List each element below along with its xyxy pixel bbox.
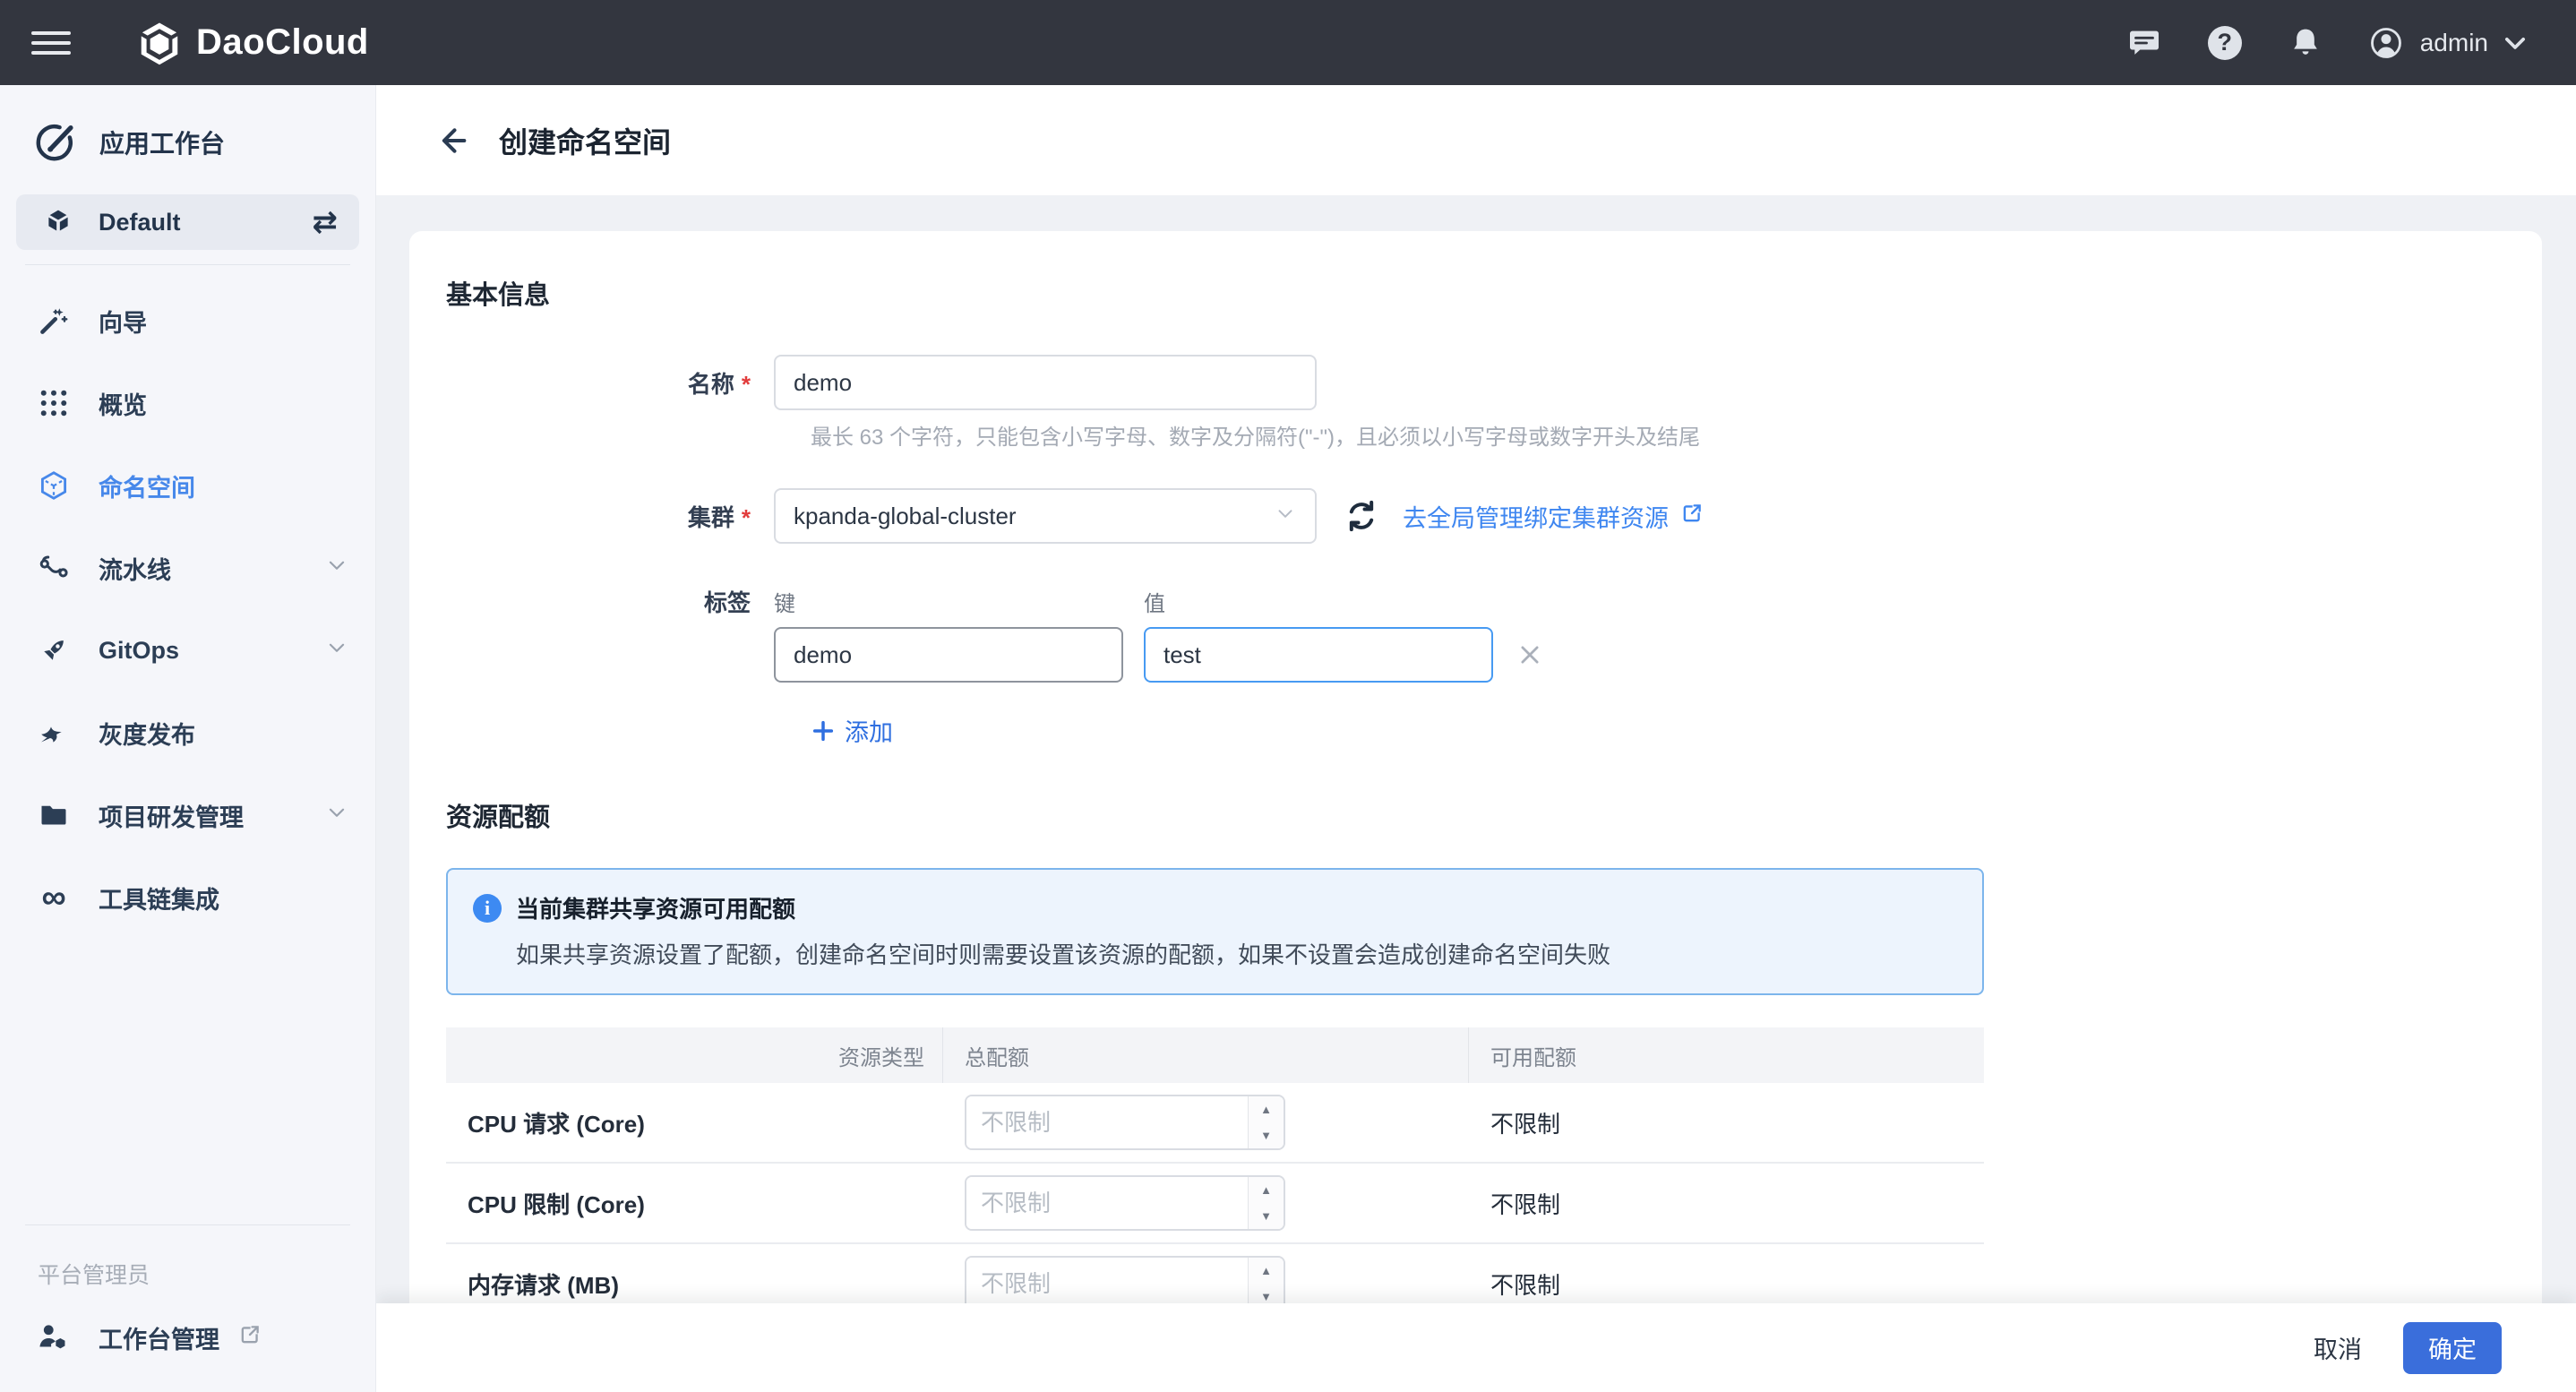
bell-icon[interactable] <box>2288 25 2323 61</box>
value-column-header: 值 <box>1144 592 1165 616</box>
stepper-up-icon[interactable]: ▲ <box>1249 1096 1284 1122</box>
stepper-up-icon[interactable]: ▲ <box>1249 1258 1284 1284</box>
chat-icon[interactable] <box>2126 25 2162 61</box>
number-stepper[interactable]: ▲▼ <box>1248 1177 1284 1229</box>
namespace-cube-icon <box>38 469 70 502</box>
sidebar-item-pipeline[interactable]: 流水线 <box>0 527 375 609</box>
sidebar-item-gitops[interactable]: GitOps <box>0 609 375 692</box>
chevron-down-icon <box>325 801 348 830</box>
cluster-select-value: kpanda-global-cluster <box>794 502 1017 529</box>
notice-title: 当前集群共享资源可用配额 <box>516 896 796 923</box>
select-chevron-icon <box>1274 502 1297 531</box>
name-input[interactable] <box>774 355 1317 410</box>
cpu-limit-input[interactable]: ▲▼ <box>965 1175 1285 1231</box>
table-row-cpu-limit: CPU 限制 (Core) ▲▼ 不限制 <box>446 1164 1984 1244</box>
rocket-icon <box>38 634 70 666</box>
sidebar-item-workbench-manage[interactable]: 工作台管理 <box>0 1299 375 1376</box>
pen-circle-icon <box>36 125 73 161</box>
workbench-label: 应用工作台 <box>99 130 226 158</box>
notice-body: 如果共享资源设置了配额，创建命名空间时则需要设置该资源的配额，如果不设置会造成创… <box>516 941 1611 968</box>
remove-label-icon[interactable] <box>1516 641 1543 668</box>
platform-role-label: 平台管理员 <box>38 1263 150 1288</box>
sidebar-item-gray-release[interactable]: 灰度发布 <box>0 692 375 774</box>
required-asterisk: * <box>741 503 751 531</box>
section-basic-info: 基本信息 <box>446 281 551 310</box>
sidebar-item-project-management[interactable]: 项目研发管理 <box>0 774 375 856</box>
pipeline-icon <box>38 552 70 584</box>
topbar: DaoCloud ? admin <box>0 0 2576 85</box>
help-icon[interactable]: ? <box>2207 25 2243 61</box>
external-link-icon <box>1679 501 1704 532</box>
name-label: 名称 * <box>687 370 751 398</box>
col-total-quota: 总配额 <box>943 1027 1469 1083</box>
sidebar-item-overview[interactable]: 概览 <box>0 362 375 444</box>
page-titlebar: 创建命名空间 <box>376 85 2576 195</box>
bind-cluster-resource-link[interactable]: 去全局管理绑定集群资源 <box>1403 499 1704 534</box>
brand-name: DaoCloud <box>196 22 369 62</box>
workspace-box-icon <box>48 210 68 231</box>
avatar[interactable] <box>2368 25 2404 61</box>
section-resource-quota: 资源配额 <box>446 803 551 832</box>
required-asterisk: * <box>741 370 751 398</box>
info-icon: i <box>473 893 502 923</box>
chevron-down-icon <box>325 554 348 583</box>
stepper-down-icon[interactable]: ▼ <box>1249 1122 1284 1148</box>
chevron-down-icon[interactable] <box>2497 25 2533 61</box>
bird-icon <box>38 717 70 749</box>
stepper-down-icon[interactable]: ▼ <box>1249 1203 1284 1229</box>
grid-dots-icon <box>38 387 70 419</box>
page-title: 创建命名空间 <box>499 125 672 159</box>
confirm-button[interactable]: 确定 <box>2403 1321 2502 1374</box>
quota-table-header: 资源类型 总配额 可用配额 <box>446 1027 1984 1083</box>
main-content: 创建命名空间 基本信息 名称* 最长 63 个字符，只能包含小写字母、数字及分隔… <box>376 85 2576 1392</box>
key-column-header: 键 <box>774 592 795 616</box>
username: admin <box>2419 28 2488 56</box>
quota-notice: i 当前集群共享资源可用配额 如果共享资源设置了配额，创建命名空间时则需要设置该… <box>446 868 1984 995</box>
add-label-button[interactable]: 添加 <box>811 713 893 748</box>
sidebar-item-toolchain[interactable]: ∞ 工具链集成 <box>0 856 375 939</box>
back-button[interactable] <box>434 121 474 160</box>
col-available-quota: 可用配额 <box>1490 1045 1576 1070</box>
label-value-input[interactable] <box>1144 627 1493 683</box>
external-link-icon <box>237 1322 262 1353</box>
col-resource-type: 资源类型 <box>446 1027 943 1083</box>
daocloud-cube-icon <box>141 22 178 64</box>
infinity-icon: ∞ <box>41 879 66 916</box>
switch-workspace-icon[interactable]: ⇄ <box>313 207 339 237</box>
number-stepper[interactable]: ▲▼ <box>1248 1096 1284 1148</box>
cluster-select[interactable]: kpanda-global-cluster <box>774 488 1317 544</box>
chevron-down-icon <box>325 636 348 666</box>
form-footer: 取消 确定 <box>376 1303 2576 1392</box>
sidebar-item-wizard[interactable]: 向导 <box>0 279 375 362</box>
sidebar-item-namespace[interactable]: 命名空间 <box>0 444 375 527</box>
brand-logo: DaoCloud <box>135 19 369 67</box>
label-key-input[interactable] <box>774 627 1123 683</box>
workspace-selector[interactable]: Default ⇄ <box>16 194 359 250</box>
stepper-up-icon[interactable]: ▲ <box>1249 1177 1284 1203</box>
user-box-icon <box>39 1325 65 1349</box>
table-row-cpu-request: CPU 请求 (Core) ▲▼ 不限制 <box>446 1083 1984 1164</box>
workspace-name: Default <box>99 208 181 236</box>
cancel-button[interactable]: 取消 <box>2292 1318 2383 1378</box>
sidebar: 应用工作台 Default ⇄ 向导 概览 命名空间 流水线 GitOps 灰度… <box>0 85 376 1392</box>
labels-label: 标签 <box>703 589 751 616</box>
plus-icon <box>812 720 834 741</box>
form-card: 基本信息 名称* 最长 63 个字符，只能包含小写字母、数字及分隔符("-")，… <box>409 231 2542 1392</box>
refresh-icon[interactable] <box>1344 498 1379 534</box>
name-hint: 最长 63 个字符，只能包含小写字母、数字及分隔符("-")，且必须以小写字母或… <box>811 425 1701 450</box>
folder-icon <box>38 799 70 831</box>
wand-icon <box>38 305 70 337</box>
cluster-label: 集群 * <box>687 503 751 531</box>
sidebar-divider <box>25 264 350 265</box>
number-stepper[interactable]: ▲▼ <box>1248 1258 1284 1310</box>
sidebar-header-workbench[interactable]: 应用工作台 <box>0 114 375 171</box>
menu-icon[interactable] <box>31 25 71 61</box>
cpu-request-input[interactable]: ▲▼ <box>965 1095 1285 1150</box>
